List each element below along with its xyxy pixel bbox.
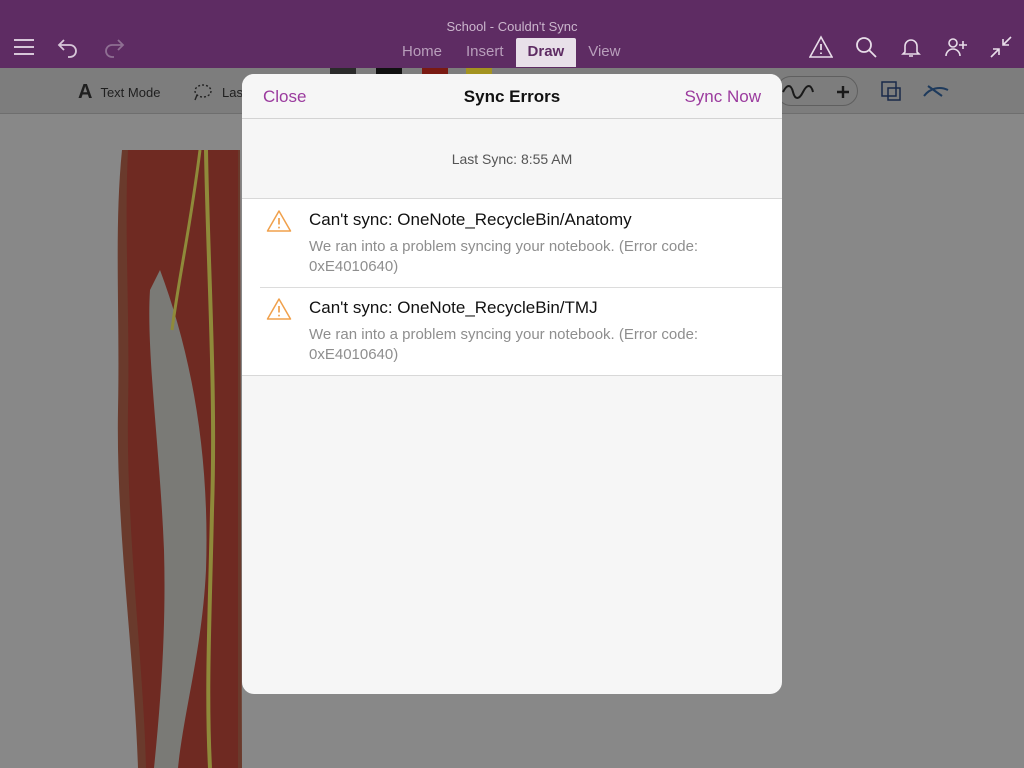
sync-error-list: Can't sync: OneNote_RecycleBin/Anatomy W… (242, 199, 782, 376)
title-bar: School - Couldn't Sync Home Insert Draw … (0, 0, 1024, 68)
sync-error-description: We ran into a problem syncing your noteb… (309, 237, 762, 277)
warning-icon (266, 210, 292, 232)
document-title: School - Couldn't Sync (446, 19, 578, 34)
sync-errors-dialog: Close Sync Errors Sync Now Last Sync: 8:… (242, 74, 782, 694)
tab-insert[interactable]: Insert (454, 38, 516, 67)
sync-error-code: 0xE4010640) (309, 346, 399, 363)
tab-home[interactable]: Home (390, 38, 454, 67)
sync-error-code: 0xE4010640) (309, 258, 399, 275)
close-button[interactable]: Close (263, 87, 306, 107)
add-person-icon[interactable] (943, 34, 969, 60)
tab-draw[interactable]: Draw (515, 38, 577, 67)
lasso-label: Las (222, 84, 243, 100)
undo-icon[interactable] (55, 34, 81, 60)
squiggle-icon (782, 85, 849, 99)
sync-error-title: Can't sync: OneNote_RecycleBin/Anatomy (309, 210, 632, 229)
sync-error-description-line: We ran into a problem syncing your noteb… (309, 238, 699, 255)
ribbon-tabs: Home Insert Draw View (390, 38, 632, 67)
sync-error-description: We ran into a problem syncing your noteb… (309, 325, 762, 365)
text-mode-button[interactable]: A Text Mode (78, 81, 160, 104)
tab-view[interactable]: View (576, 38, 632, 67)
bell-icon[interactable] (898, 34, 924, 60)
dialog-header: Close Sync Errors Sync Now (242, 74, 782, 119)
warning-icon[interactable] (808, 34, 834, 60)
ruler-icon[interactable] (878, 78, 904, 109)
sync-error-item[interactable]: Can't sync: OneNote_RecycleBin/Anatomy W… (242, 199, 782, 287)
lasso-button[interactable]: Las (192, 81, 243, 103)
sync-error-description-line: We ran into a problem syncing your noteb… (309, 326, 699, 343)
anatomy-image (117, 150, 242, 768)
sync-error-title: Can't sync: OneNote_RecycleBin/TMJ (309, 298, 598, 317)
eraser-icon[interactable] (922, 78, 950, 109)
text-mode-icon: A (78, 81, 93, 103)
collapse-arrows-icon[interactable] (988, 34, 1014, 60)
search-icon[interactable] (853, 34, 879, 60)
text-mode-label: Text Mode (100, 85, 161, 100)
sync-now-button[interactable]: Sync Now (684, 87, 761, 107)
sync-error-item[interactable]: Can't sync: OneNote_RecycleBin/TMJ We ra… (242, 287, 782, 375)
hamburger-menu-icon[interactable] (11, 34, 37, 60)
pen-thickness-control[interactable] (776, 76, 858, 106)
last-sync-status: Last Sync: 8:55 AM (242, 119, 782, 199)
warning-icon (266, 298, 292, 320)
lasso-icon (194, 84, 212, 101)
redo-icon[interactable] (101, 34, 127, 60)
